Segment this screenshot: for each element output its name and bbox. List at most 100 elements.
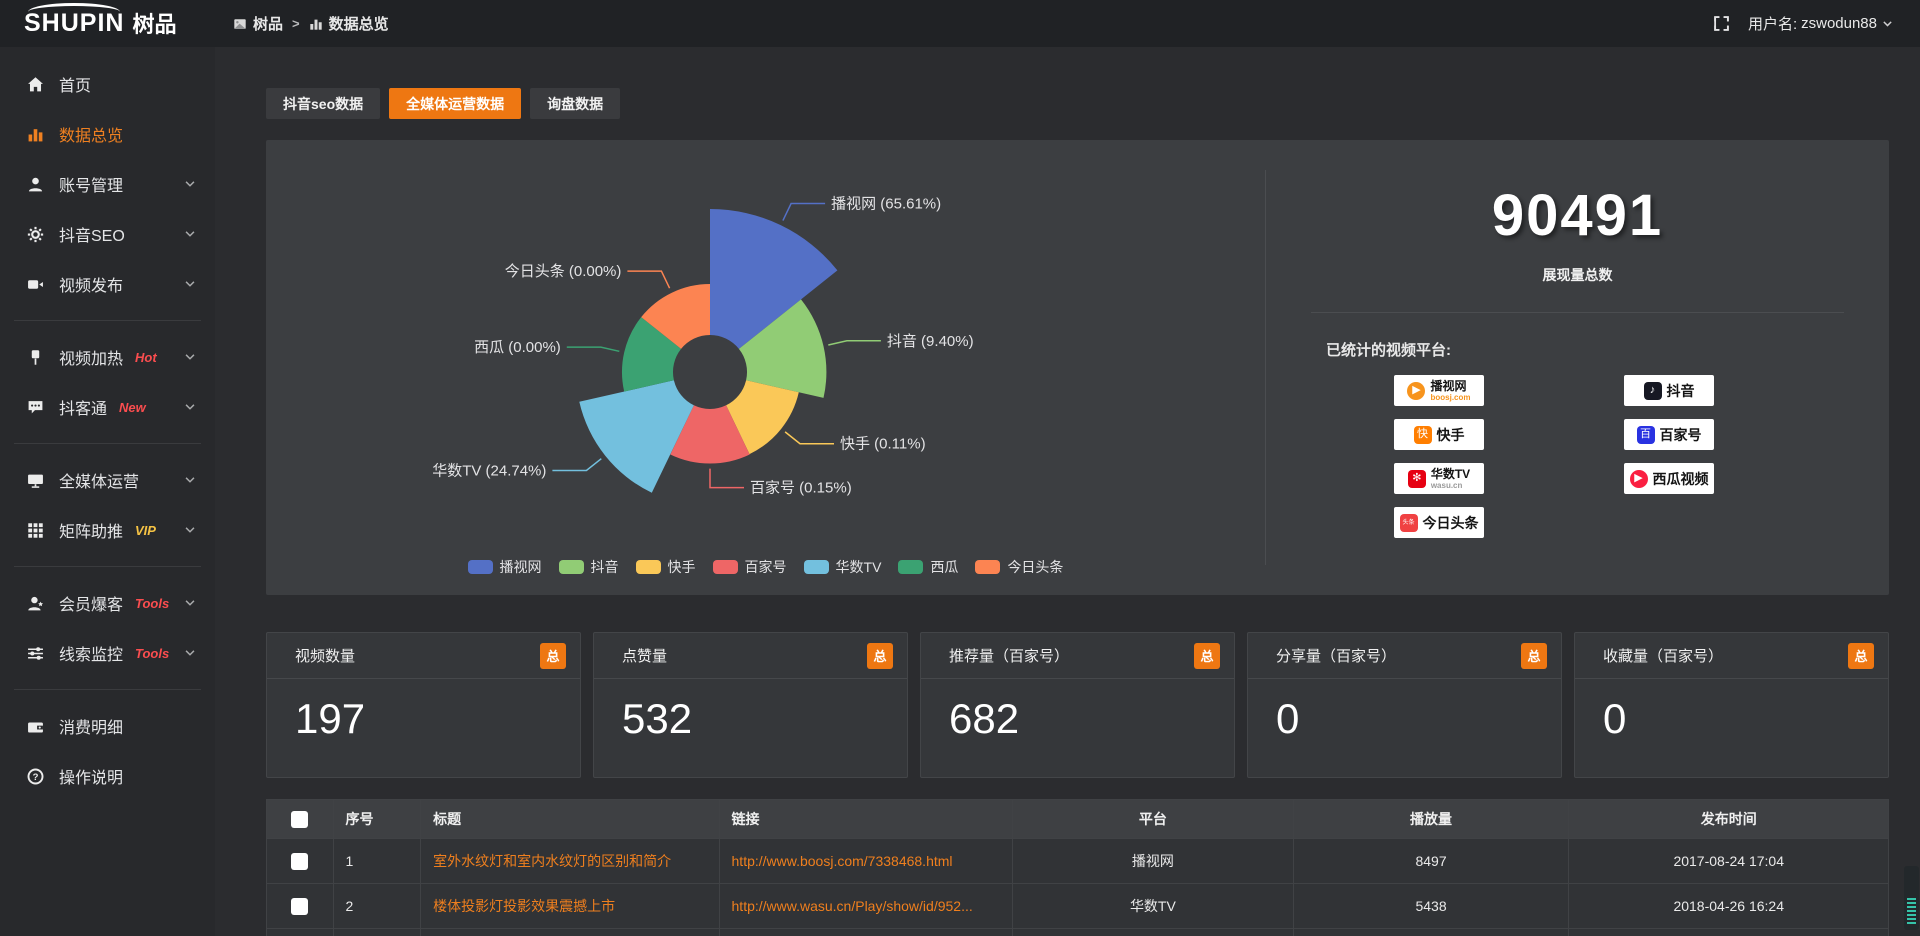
sidebar-item-label: 矩阵助推 <box>59 518 123 542</box>
video-url-link[interactable]: http://www.boosj.com/7338468.html <box>732 853 953 869</box>
tab-2[interactable]: 询盘数据 <box>530 88 620 119</box>
platform-texts: 抖音 <box>1667 384 1695 398</box>
legend-label: 百家号 <box>745 557 787 577</box>
platform-badge-toutiao: 头条今日头条 <box>1394 507 1484 538</box>
wallet-icon <box>27 718 44 735</box>
platform-column-1: ▶播视网boosj.com快快手✻华数TVwasu.cn头条今日头条 <box>1394 375 1484 538</box>
row-checkbox[interactable] <box>291 898 308 915</box>
row-time-cell: 2018-04-26 16:24 <box>1569 884 1889 929</box>
sliders-icon <box>27 645 44 662</box>
sidebar: 首页数据总览账号管理抖音SEO 视频发布视频加热Hot抖客通New 全媒体运营矩阵助… <box>0 47 215 936</box>
impressions-caption: 展现量总数 <box>1266 265 1889 285</box>
legend-item-4[interactable]: 华数TV <box>804 557 882 577</box>
row-plays-cell <box>1293 929 1569 936</box>
platform-texts: 快手 <box>1437 428 1465 442</box>
legend-label: 今日头条 <box>1007 557 1063 577</box>
pie-label-2: 快手 (0.11%) <box>840 436 926 453</box>
toutiao-logo-icon: 头条 <box>1400 514 1418 532</box>
row-index-cell: 2 <box>333 884 421 929</box>
legend-label: 播视网 <box>500 557 542 577</box>
sidebar-item-member[interactable]: 会员爆客Tools <box>0 578 215 628</box>
kuaishou-logo-icon: 快 <box>1414 426 1432 444</box>
chevron-down-icon <box>183 596 197 610</box>
sidebar-item-label: 数据总览 <box>59 122 123 146</box>
bar-chart-icon <box>309 17 323 31</box>
stat-card-header: 视频数量总 <box>267 633 580 679</box>
platform-name: 今日头条 <box>1423 516 1479 530</box>
legend-item-5[interactable]: 西瓜 <box>898 557 958 577</box>
sidebar-item-question[interactable]: ?操作说明 <box>0 751 215 801</box>
legend-item-2[interactable]: 快手 <box>636 557 696 577</box>
legend-chip <box>804 560 829 574</box>
row-time-cell: 2017-08-24 17:04 <box>1569 839 1889 884</box>
legend-item-1[interactable]: 抖音 <box>559 557 619 577</box>
sidebar-item-heat[interactable]: 视频加热Hot <box>0 332 215 382</box>
video-url-link[interactable]: http://www.wasu.cn/Play/show/id/952... <box>732 898 973 914</box>
legend-chip <box>468 560 493 574</box>
legend-item-6[interactable]: 今日头条 <box>975 557 1063 577</box>
tab-1[interactable]: 全媒体运营数据 <box>389 88 521 119</box>
sidebar-item-chart[interactable]: 数据总览 <box>0 109 215 159</box>
floating-widget[interactable] <box>1904 866 1919 930</box>
sidebar-divider <box>14 566 201 567</box>
sidebar-badge-new: New <box>119 400 146 415</box>
chart-legend: 播视网抖音 快手 百家号华数TV 西瓜 今日头条 <box>266 557 1265 577</box>
sidebar-item-home[interactable]: 首页 <box>0 59 215 109</box>
pie-label-line-1 <box>828 341 881 345</box>
row-checkbox[interactable] <box>291 853 308 870</box>
breadcrumb-current[interactable]: 数据总览 <box>309 13 389 34</box>
sidebar-divider <box>14 320 201 321</box>
breadcrumb-root[interactable]: 树品 <box>233 13 283 34</box>
stat-total-badge: 总 <box>867 643 893 669</box>
stat-card-2: 推荐量（百家号）总682 <box>920 632 1235 778</box>
stat-card-value: 532 <box>594 679 907 743</box>
sidebar-item-label: 视频加热 <box>59 345 123 369</box>
video-title-link[interactable]: 室外水纹灯和室内水纹灯的区别和简介 <box>433 853 671 869</box>
legend-item-3[interactable]: 百家号 <box>713 557 787 577</box>
row-plays-cell: 5438 <box>1293 884 1569 929</box>
chevron-down-icon <box>183 177 197 191</box>
select-all-checkbox[interactable] <box>291 811 308 828</box>
sidebar-item-monitor[interactable]: 全媒体运营 <box>0 455 215 505</box>
wasu-logo-icon: ✻ <box>1408 470 1426 488</box>
member-icon <box>27 595 44 612</box>
pie-slice-4[interactable] <box>579 380 694 493</box>
heat-icon <box>27 349 44 366</box>
sidebar-item-user[interactable]: 账号管理 <box>0 159 215 209</box>
douyin-logo-icon: ♪ <box>1644 382 1662 400</box>
chevron-down-icon <box>183 277 197 291</box>
stat-total-badge: 总 <box>540 643 566 669</box>
tab-0[interactable]: 抖音seo数据 <box>266 88 380 119</box>
fullscreen-icon[interactable] <box>1713 15 1730 32</box>
row-title-cell <box>421 929 719 936</box>
breadcrumb-separator: > <box>292 16 300 31</box>
pie-label-line-0 <box>783 204 825 221</box>
rose-chart-area: 播视网 (65.61%)抖音 (9.40%)快手 (0.11%)百家号 (0.1… <box>266 140 1265 595</box>
platform-column-2: ♪抖音百百家号▶西瓜视频 <box>1624 375 1714 538</box>
sidebar-item-label: 视频发布 <box>59 272 123 296</box>
sidebar-divider <box>14 689 201 690</box>
svg-text:?: ? <box>33 771 39 782</box>
video-title-link[interactable]: 楼体投影灯投影效果震撼上市 <box>433 898 615 914</box>
sidebar-item-chat[interactable]: 抖客通New <box>0 382 215 432</box>
platform-sub: wasu.cn <box>1431 482 1463 490</box>
pie-label-6: 今日头条 (0.00%) <box>505 263 622 280</box>
legend-item-0[interactable]: 播视网 <box>468 557 542 577</box>
user-menu[interactable]: 用户名: zswodun88 <box>1748 13 1894 34</box>
sidebar-item-gear[interactable]: 抖音SEO <box>0 209 215 259</box>
pie-label-line-4 <box>552 459 601 471</box>
table-row: 1室外水纹灯和室内水纹灯的区别和简介http://www.boosj.com/7… <box>267 839 1889 884</box>
sidebar-item-sliders[interactable]: 线索监控Tools <box>0 628 215 678</box>
legend-label: 快手 <box>668 557 696 577</box>
sidebar-item-wallet[interactable]: 消费明细 <box>0 701 215 751</box>
pie-label-1: 抖音 (9.40%) <box>887 333 974 350</box>
sidebar-item-grid[interactable]: 矩阵助推 VIP <box>0 505 215 555</box>
platform-badge-kuaishou: 快快手 <box>1394 419 1484 450</box>
pie-label-4: 华数TV (24.74%) <box>432 463 546 480</box>
row-platform-cell: 播视网 <box>1013 839 1294 884</box>
sidebar-item-label: 全媒体运营 <box>59 468 139 492</box>
gear-icon <box>27 226 44 243</box>
platform-badge-wasu: ✻华数TVwasu.cn <box>1394 463 1484 494</box>
sidebar-badge-vip: VIP <box>135 523 156 538</box>
sidebar-item-video[interactable]: 视频发布 <box>0 259 215 309</box>
